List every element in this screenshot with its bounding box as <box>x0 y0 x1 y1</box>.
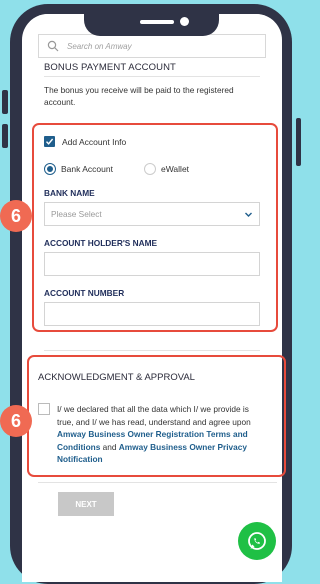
section-description: The bonus you receive will be paid to th… <box>44 85 234 107</box>
whatsapp-button[interactable] <box>238 522 276 560</box>
phone-notch <box>84 14 219 36</box>
search-input[interactable]: Search on Amway <box>38 34 266 58</box>
acknowledgment-statement: I/ we declared that all the data which I… <box>57 404 251 427</box>
phone-speaker <box>140 20 174 24</box>
divider <box>44 76 260 77</box>
section-title: BONUS PAYMENT ACCOUNT <box>44 62 176 73</box>
step-badge-1: 6 <box>0 200 32 232</box>
acknowledgment-checkbox[interactable] <box>38 403 50 415</box>
phone-side-button <box>296 118 301 166</box>
acknowledgment-conjunction: and <box>100 441 119 452</box>
phone-volume-down <box>2 124 8 148</box>
search-icon <box>47 40 59 52</box>
acknowledgment-title: ACKNOWLEDGMENT & APPROVAL <box>38 372 195 383</box>
next-button[interactable]: NEXT <box>58 492 114 516</box>
divider <box>44 350 260 351</box>
phone-volume-up <box>2 90 8 114</box>
phone-camera <box>180 17 189 26</box>
step-badge-2: 6 <box>0 405 32 437</box>
acknowledgment-text: I/ we declared that all the data which I… <box>57 403 267 466</box>
account-info-highlight <box>32 123 278 332</box>
divider <box>38 482 277 483</box>
search-placeholder: Search on Amway <box>67 41 132 51</box>
whatsapp-icon <box>248 532 266 550</box>
